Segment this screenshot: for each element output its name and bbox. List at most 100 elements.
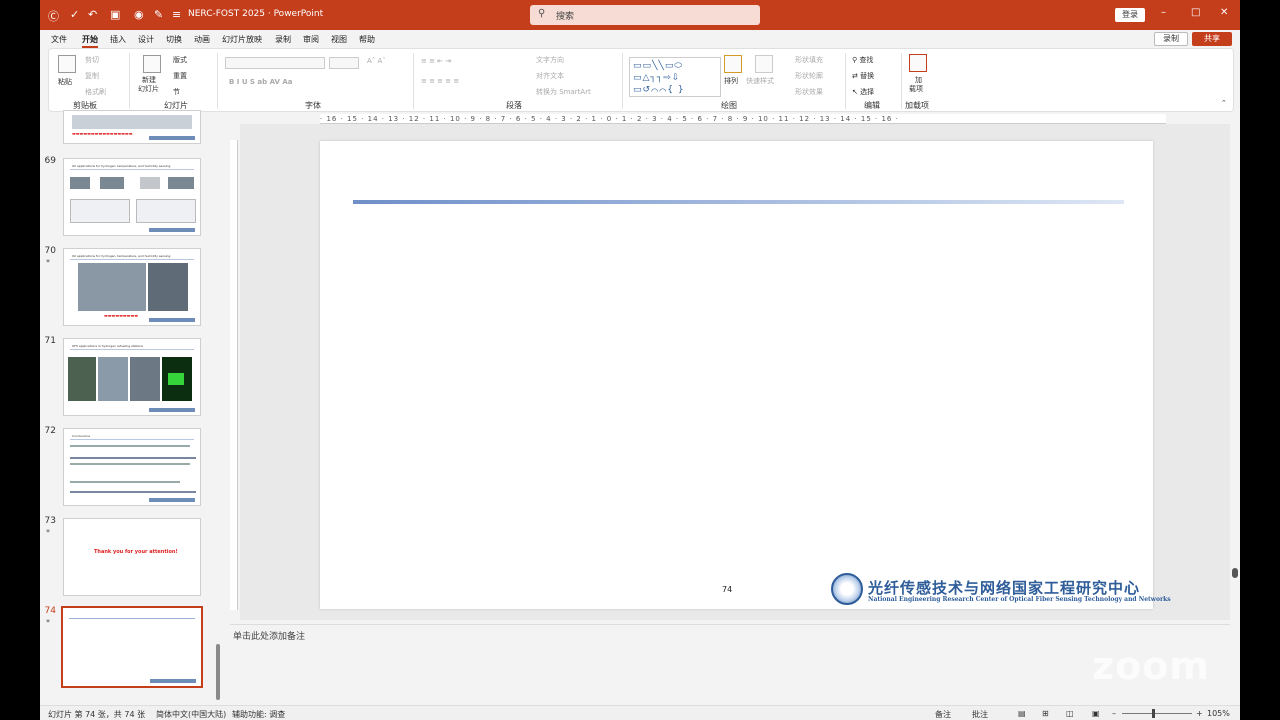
find-label: 查找 <box>859 56 874 64</box>
quick-styles-icon[interactable] <box>755 55 773 73</box>
arrange-button[interactable]: 排列 <box>724 76 738 86</box>
undo-icon[interactable]: ↶ <box>88 8 97 21</box>
addins-icon[interactable] <box>909 54 927 72</box>
search-box[interactable]: ⚲ 搜索 <box>530 5 760 25</box>
layout-button[interactable]: 版式 <box>173 55 187 65</box>
notes-toggle-button[interactable]: 备注 <box>935 709 951 720</box>
current-slide[interactable]: 74 光纤传感技术与网络国家工程研究中心 National Engineerin… <box>320 141 1171 609</box>
editor-scrollbar[interactable] <box>1232 568 1238 608</box>
thumb-image <box>70 177 90 189</box>
tab-view[interactable]: 视图 <box>331 34 347 45</box>
notes-placeholder[interactable]: 单击此处添加备注 <box>233 629 305 642</box>
minimize-icon[interactable]: – <box>1161 7 1166 18</box>
share-button[interactable]: 共享 <box>1192 32 1232 46</box>
editing-group-label: 编辑 <box>864 101 880 110</box>
smartart-button[interactable]: 转换为 SmartArt <box>536 87 591 97</box>
font-format-buttons[interactable]: B I U S ab AV Aa <box>229 78 293 86</box>
language-status[interactable]: 简体中文(中国大陆) <box>156 709 226 720</box>
thumb-logo <box>149 228 195 232</box>
bullets-icon[interactable]: ≡ ≡ ⇤ ⇥ <box>421 57 451 65</box>
pen-icon[interactable]: ✎ <box>154 8 163 21</box>
thumb-table <box>70 199 130 223</box>
image-icon[interactable]: ▣ <box>110 8 120 21</box>
new-slide-icon[interactable] <box>143 55 161 73</box>
maximize-icon[interactable]: □ <box>1191 7 1200 18</box>
slide-number: 73 <box>44 516 56 526</box>
autosave-icon[interactable]: ✓ <box>70 8 79 21</box>
cut-button[interactable]: 剪切 <box>85 55 99 65</box>
tab-design[interactable]: 设计 <box>138 34 154 45</box>
tab-slideshow[interactable]: 幻灯片放映 <box>222 34 262 45</box>
vertical-ruler <box>230 140 238 610</box>
reading-view-icon[interactable]: ◫ <box>1066 709 1074 718</box>
slide-thumbnail-72[interactable]: Conclusions <box>63 428 201 506</box>
text-direction-button[interactable]: 文字方向 <box>536 55 564 65</box>
animation-star-icon: * <box>46 618 50 627</box>
zoom-slider-knob[interactable] <box>1152 709 1155 718</box>
comments-toggle-button[interactable]: 批注 <box>972 709 988 720</box>
slide-thumbnail-68[interactable]: ▬▬▬▬▬▬▬▬▬▬▬▬▬▬▬▬ <box>63 110 201 144</box>
shapes-gallery[interactable]: ▭▭╲╲▭⬭ ▭△┐┐⇨⇩ ▭↺⌒⌒{ } <box>629 57 721 97</box>
font-size-select[interactable] <box>329 57 359 69</box>
align-text-button[interactable]: 对齐文本 <box>536 71 564 81</box>
format-painter-button[interactable]: 格式刷 <box>85 87 106 97</box>
align-icons[interactable]: ≡ ≡ ≡ ≡ ≡ <box>421 77 459 85</box>
tab-home[interactable]: 开始 <box>82 34 98 48</box>
horizontal-ruler: · 16 · 15 · 14 · 13 · 12 · 11 · 10 · 9 ·… <box>320 114 1166 124</box>
record-button[interactable]: 录制 <box>1154 32 1188 46</box>
login-button[interactable]: 登录 <box>1115 8 1145 22</box>
arrange-icon[interactable] <box>724 55 742 73</box>
grow-font-icon[interactable]: Aˆ Aˇ <box>367 57 386 65</box>
thumb-text-line <box>70 481 180 483</box>
powerpoint-window: Ⓒ ✓ ↶ ▣ ◉ ✎ ≡ NERC-FOST 2025 · PowerPoin… <box>40 0 1240 720</box>
thumb-logo <box>149 318 195 322</box>
shape-fill-button[interactable]: 形状填充 <box>795 55 823 65</box>
slide-thumbnail-74[interactable] <box>61 606 203 688</box>
shape-effects-button[interactable]: 形状效果 <box>795 87 823 97</box>
select-label: 选择 <box>860 88 875 96</box>
zoom-in-icon[interactable]: + <box>1196 709 1203 718</box>
notes-pane[interactable]: 单击此处添加备注 <box>230 624 1230 704</box>
addins-button-line2[interactable]: 载项 <box>909 84 923 94</box>
slides-panel-scrollbar[interactable] <box>216 644 220 700</box>
paste-icon[interactable] <box>58 55 76 73</box>
zoom-slider[interactable] <box>1122 713 1192 714</box>
copy-button[interactable]: 复制 <box>85 71 99 81</box>
font-name-select[interactable] <box>225 57 325 69</box>
slide-thumbnail-69[interactable]: Oil applications for hydrogen, temperatu… <box>63 158 201 236</box>
accessibility-status[interactable]: 辅助功能: 调查 <box>232 709 285 720</box>
normal-view-icon[interactable]: ▤ <box>1018 709 1026 718</box>
slide-sorter-icon[interactable]: ⊞ <box>1042 709 1049 718</box>
thumb-title: OFS applications in hydrogen refueling s… <box>72 344 143 348</box>
shape-outline-button[interactable]: 形状轮廓 <box>795 71 823 81</box>
slide-thumbnail-71[interactable]: OFS applications in hydrogen refueling s… <box>63 338 201 416</box>
replace-button[interactable]: ⇄ 替换 <box>852 71 874 81</box>
slide-thumbnail-70[interactable]: Oil applications for hydrogen, temperatu… <box>63 248 201 326</box>
find-button[interactable]: ⚲ 查找 <box>852 55 873 65</box>
tab-insert[interactable]: 插入 <box>110 34 126 45</box>
tab-record[interactable]: 录制 <box>275 34 291 45</box>
screen-border <box>1240 0 1280 720</box>
slide-thumbnail-73[interactable]: Thank you for your attention! <box>63 518 201 596</box>
new-slide-button-line2[interactable]: 幻灯片 <box>138 84 159 94</box>
zoom-level[interactable]: 105% <box>1207 709 1230 718</box>
institute-name-en: National Engineering Research Center of … <box>868 596 1171 603</box>
collapse-ribbon-icon[interactable]: ⌃ <box>1221 99 1227 107</box>
tab-file[interactable]: 文件 <box>51 34 67 45</box>
section-button[interactable]: 节 <box>173 87 180 97</box>
select-button[interactable]: ↖ 选择 <box>852 87 874 97</box>
close-icon[interactable]: ✕ <box>1220 7 1228 18</box>
reset-button[interactable]: 重置 <box>173 71 187 81</box>
tab-review[interactable]: 审阅 <box>303 34 319 45</box>
scroll-thumb[interactable] <box>1232 568 1238 578</box>
quick-styles-button[interactable]: 快速样式 <box>746 76 774 86</box>
tab-help[interactable]: 帮助 <box>359 34 375 45</box>
tab-animations[interactable]: 动画 <box>194 34 210 45</box>
tab-transitions[interactable]: 切换 <box>166 34 182 45</box>
present-icon[interactable]: ◉ <box>134 8 144 21</box>
slideshow-view-icon[interactable]: ▣ <box>1092 709 1100 718</box>
zoom-out-icon[interactable]: – <box>1112 709 1116 718</box>
customize-icon[interactable]: ≡ <box>172 8 181 21</box>
thumb-logo <box>150 679 196 683</box>
paste-button[interactable]: 粘贴 <box>58 77 72 87</box>
